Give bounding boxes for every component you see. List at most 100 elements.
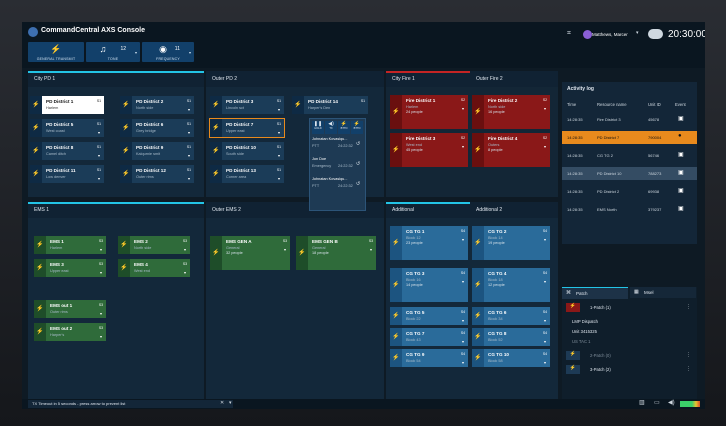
- panel-title: EMS 1: [34, 207, 50, 213]
- talkgroup-card[interactable]: ⚡ EMS 1 Harlem S3 ▾: [34, 236, 106, 254]
- lightning-icon: ⚡: [30, 142, 42, 160]
- popup-action-button[interactable]: ⚡ BTTN: [338, 121, 350, 134]
- replay-icon[interactable]: ↺: [356, 161, 360, 167]
- user-name[interactable]: Matthews, Marcer: [592, 32, 628, 37]
- panel-icon[interactable]: ▥: [639, 399, 645, 406]
- talkgroup-card[interactable]: ⚡ EMS out 2 Harper's S3 ▾: [34, 323, 106, 341]
- avatar[interactable]: [583, 30, 592, 39]
- col-time[interactable]: Time: [567, 102, 576, 107]
- lightning-icon: ⚡: [30, 165, 42, 183]
- volume-meter[interactable]: [680, 401, 700, 407]
- panel-title: City Fire 1: [392, 76, 415, 82]
- patch-item[interactable]: ⚡ 3-Patch (2) ⋮: [562, 365, 697, 375]
- patch-item[interactable]: ⚡ 1-Patch (1) ⋮: [562, 303, 697, 313]
- chevron-down-icon[interactable]: ▾: [229, 400, 232, 406]
- chevron-down-icon: ▾: [277, 130, 280, 135]
- patch-item[interactable]: Unit 3415325: [562, 327, 697, 337]
- table-row[interactable]: 14:28:35 CG TG 2 56746 ▣: [562, 149, 697, 162]
- chevron-down-icon: ▾: [97, 176, 100, 181]
- talkgroup-card[interactable]: ⚡ EMS 4 West end S3 ▾: [118, 259, 190, 277]
- talkgroup-card[interactable]: ⚡ PD District 5 West coast S1 ▾: [30, 119, 104, 137]
- more-icon[interactable]: ⋮: [686, 366, 691, 372]
- talkgroup-card[interactable]: ⚡ EMS 2 North side S3 ▾: [118, 236, 190, 254]
- lightning-icon: ⚡: [390, 328, 402, 346]
- chevron-down-icon: ▾: [461, 279, 464, 284]
- talkgroup-card[interactable]: ⚡ EMS GEN A General 32 people S3 ▾: [210, 236, 290, 270]
- more-icon[interactable]: ⋮: [686, 352, 691, 358]
- more-icon[interactable]: ⋮: [686, 304, 691, 310]
- speaker-icon[interactable]: ◀): [668, 399, 675, 406]
- col-event[interactable]: Event: [675, 102, 686, 107]
- patch-item[interactable]: ⚡ 2-Patch (0) ⋮: [562, 351, 697, 361]
- lightning-icon: ⚡: [390, 95, 402, 129]
- popup-action-button[interactable]: ⚡ BTTN: [351, 121, 363, 134]
- talkgroup-card[interactable]: ⚡ PD District 1 Harlem S1 ▾: [30, 96, 104, 114]
- talkgroup-card[interactable]: ⚡ CG TG 9 Block 54 S4 ▾: [390, 349, 468, 367]
- monitor-icon[interactable]: ▭: [654, 399, 660, 406]
- talkgroup-card[interactable]: ⚡ Fire District 2 North side 16 people S2 ▾: [472, 95, 550, 129]
- talkgroup-card[interactable]: ⚡ Fire District 3 West end 45 people S2 ▾: [390, 133, 468, 167]
- talkgroup-card[interactable]: ⚡ CG TG 7 Block 43 S4 ▾: [390, 328, 468, 346]
- talkgroup-card[interactable]: ⚡ PD District 7 Upper east S1 ▾: [209, 118, 285, 138]
- table-row[interactable]: 14:28:35 Fire District 3 45678 ▣: [562, 113, 697, 126]
- talkgroup-card[interactable]: ⚡ CG TG 1 Block 12 23 people S4 ▾: [390, 226, 468, 260]
- layout-grid-icon[interactable]: ⌗: [567, 30, 571, 38]
- lightning-icon: ⚡: [34, 259, 46, 277]
- patch-item[interactable]: LMP Dispatch: [562, 317, 697, 327]
- patch-item[interactable]: US TAC 1: [562, 337, 697, 347]
- talkgroup-card[interactable]: ⚡ Fire District 4 Outers 8 people S2 ▾: [472, 133, 550, 167]
- chevron-down-icon: ▾: [461, 339, 464, 344]
- chevron-down-icon: ▾: [277, 107, 280, 112]
- talkgroup-card[interactable]: ⚡ CG TG 3 Block 16 14 people S4 ▾: [390, 268, 468, 302]
- talkgroup-card[interactable]: ⚡ CG TG 8 Block 52 S4 ▾: [472, 328, 550, 346]
- lightning-icon: ⚡: [120, 165, 132, 183]
- col-unit-id[interactable]: Unit ID: [648, 102, 661, 107]
- talkgroup-card[interactable]: ⚡ CG TG 2 Block 14 19 people S4 ▾: [472, 226, 550, 260]
- panel-title: Additional: [392, 207, 414, 213]
- call-history-row[interactable]: Jon Doe Emergency 24:22:32 ↺: [312, 157, 362, 175]
- talkgroup-card[interactable]: ⚡ Fire District 1 Harlem 24 people S2 ▾: [390, 95, 468, 129]
- talkgroup-card[interactable]: ⚡ PD District 9 Kalqurnie smit S1 ▾: [120, 142, 194, 160]
- tab-msel[interactable]: ▦ Msel: [630, 287, 696, 298]
- replay-icon[interactable]: ↺: [356, 141, 360, 147]
- panel-title: Outer EMS 2: [212, 207, 241, 213]
- talkgroup-card[interactable]: ⚡ PD District 6 Grey bridge S1 ▾: [120, 119, 194, 137]
- tab-patch[interactable]: ⌘ Patch: [562, 287, 628, 299]
- call-history-row[interactable]: Johnatan Kovaslqu... PTT 24:22:32 ↺: [312, 177, 362, 195]
- talkgroup-card[interactable]: ⚡ CG TG 10 Block 58 S4 ▾: [472, 349, 550, 367]
- table-row[interactable]: 14:28:35 PD District 10 788273 ▣: [562, 167, 697, 180]
- talkgroup-card[interactable]: ⚡ PD District 12 Outer rims S1 ▾: [120, 165, 194, 183]
- chevron-down-icon: ▾: [187, 176, 190, 181]
- talkgroup-card[interactable]: ⚡ CG TG 4 Block 18 12 people S4 ▾: [472, 268, 550, 302]
- talkgroup-card[interactable]: ⚡ PD District 2 North side S1 ▾: [120, 96, 194, 114]
- table-row[interactable]: 14:28:35 PD District 7 790004 ●: [562, 131, 697, 144]
- motorola-logo-icon: [28, 27, 38, 37]
- talkgroup-card[interactable]: ⚡ EMS 3 Upper east S3 ▾: [34, 259, 106, 277]
- talkgroup-card[interactable]: ⚡ EMS out 1 Outer rims S3 ▾: [34, 300, 106, 318]
- lightning-icon: ⚡: [390, 268, 402, 302]
- alert-icon: ●: [678, 133, 682, 139]
- talkgroup-card[interactable]: ⚡ PD District 10 South side S1 ▾: [210, 142, 284, 160]
- chevron-down-icon[interactable]: ▾: [636, 30, 639, 36]
- panel-title: Outer Fire 2: [476, 76, 503, 82]
- chevron-down-icon: ▾: [543, 279, 546, 284]
- table-row[interactable]: 14:28:35 EMS North 379237 ▣: [562, 203, 697, 216]
- col-resource[interactable]: Resource name: [597, 102, 627, 107]
- lightning-icon: ⚡: [118, 259, 130, 277]
- talkgroup-card[interactable]: ⚡ CG TG 5 Block 22 S4 ▾: [390, 307, 468, 325]
- talkgroup-card[interactable]: ⚡ PD District 14 Harper's Den S1: [292, 96, 368, 114]
- table-row[interactable]: 14:28:35 PD District 2 69938 ▣: [562, 185, 697, 198]
- activity-log: Activity log Time Resource name Unit ID …: [562, 82, 697, 244]
- talkgroup-card[interactable]: ⚡ CG TG 6 Block 34 S4 ▾: [472, 307, 550, 325]
- frequency-button[interactable]: ◉ 11 ▾ FREQUENCY: [142, 42, 194, 62]
- talkgroup-card[interactable]: ⚡ EMS GEN B General 18 people S3 ▾: [296, 236, 376, 270]
- replay-icon[interactable]: ↺: [356, 181, 360, 187]
- popup-action-button[interactable]: ◀) TX: [325, 121, 337, 134]
- popup-action-button[interactable]: ❚❚ HOLD: [312, 121, 324, 134]
- talkgroup-card[interactable]: ⚡ PD District 13 Corner area S1 ▾: [210, 165, 284, 183]
- talkgroup-card[interactable]: ⚡ PD District 11 Low denver S1 ▾: [30, 165, 104, 183]
- call-history-row[interactable]: Johnatan Kovaslqu... PTT 24:22:32 ↺: [312, 137, 362, 155]
- talkgroup-card[interactable]: ⚡ PD District 8 Camel ditch S1 ▾: [30, 142, 104, 160]
- talkgroup-card[interactable]: ⚡ PD District 3 Lincoln sct S1 ▾: [210, 96, 284, 114]
- close-icon[interactable]: ✕: [220, 400, 224, 406]
